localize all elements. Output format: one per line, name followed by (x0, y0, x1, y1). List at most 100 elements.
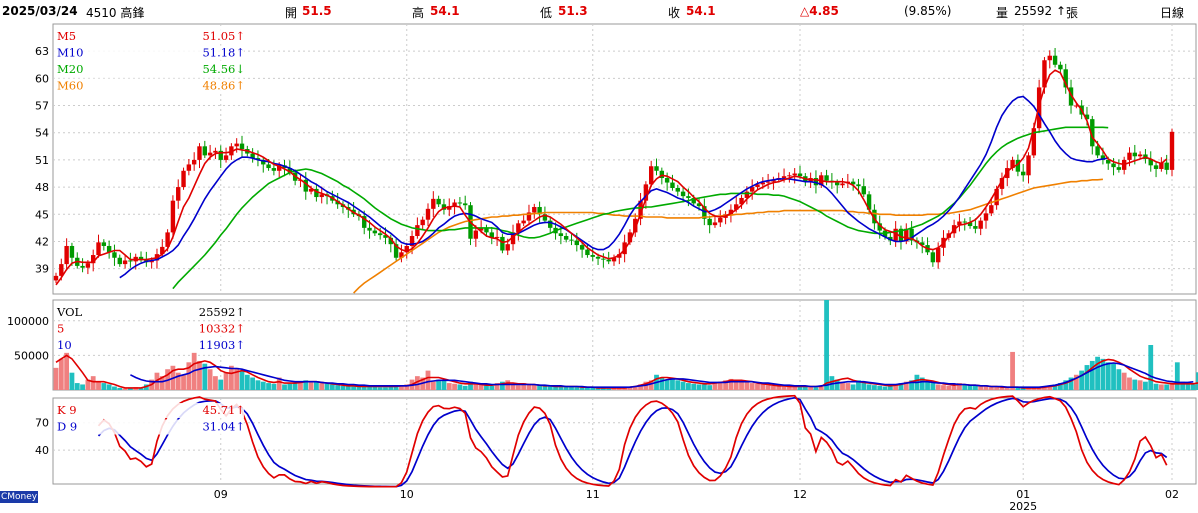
candle-body (372, 230, 378, 234)
volume-bar (760, 384, 766, 390)
candle-body (202, 146, 207, 156)
volume-bar (972, 385, 978, 390)
volume-bar (69, 372, 75, 390)
volume-bar (606, 388, 612, 390)
price-legend-value: 54.56↓ (202, 62, 245, 76)
candle-body (973, 226, 978, 229)
kd-legend-value: 31.04↑ (202, 420, 245, 434)
volume-bar (861, 383, 867, 390)
brand-logo: CMoney (0, 491, 38, 503)
kd-legend-name: D 9 (57, 420, 77, 434)
month-tick-label: 09 (214, 488, 228, 501)
volume-bar (282, 384, 287, 390)
volume-tick-label: 50000 (14, 349, 49, 362)
volume-bar (74, 383, 80, 390)
volume-bar (223, 372, 229, 390)
candle-body (654, 166, 659, 171)
volume-bar (122, 388, 128, 390)
candle-body (473, 230, 479, 239)
stock-chart[interactable]: M5 51.05↑ M10 51.18↑ M20 54.56↓ M60 48.86↑ VOL 25… (0, 0, 1198, 513)
volume-bar (1132, 379, 1138, 390)
candle-body (835, 182, 840, 186)
candle-body (792, 173, 797, 176)
price-legend-name: M10 (57, 46, 83, 60)
month-tick-label: 10 (400, 488, 414, 501)
volume-bar (930, 383, 936, 390)
volume-bar (213, 376, 218, 390)
kd-tick-label: 40 (35, 444, 49, 457)
volume-bar (659, 377, 665, 390)
month-tick-label: 02 (1165, 488, 1179, 501)
candle-body (579, 245, 585, 250)
volume-bar (228, 365, 234, 390)
volume-bar (377, 387, 383, 390)
volume-legend-name: 5 (57, 322, 64, 336)
volume-legend-value: 25592↑ (199, 305, 245, 319)
candle-body (930, 252, 936, 263)
volume-bar (1148, 345, 1154, 390)
volume-bar (574, 387, 580, 390)
candle-body (223, 155, 229, 160)
candle-body (585, 249, 590, 256)
volume-bar (53, 367, 59, 390)
volume-bar (1084, 365, 1090, 390)
volume-bar (101, 383, 107, 390)
candle-body (112, 252, 117, 258)
volume-bar (813, 387, 819, 390)
candle-body (186, 164, 192, 171)
volume-bar (680, 381, 686, 390)
volume-bar (1089, 360, 1095, 390)
candle-body (122, 260, 128, 265)
candle-body (824, 175, 829, 181)
price-tick-label: 57 (35, 100, 49, 113)
volume-bar (96, 381, 101, 390)
volume-bar (250, 377, 256, 390)
volume-bar (446, 383, 452, 390)
candle-body (962, 221, 967, 223)
volume-bar (314, 381, 319, 390)
volume-bar (994, 387, 1000, 390)
volume-bar (244, 374, 250, 390)
candle-body (213, 150, 218, 153)
volume-bar (675, 380, 681, 390)
volume-bar (90, 376, 96, 390)
candle-body (781, 176, 787, 179)
candle-body (935, 247, 941, 263)
candle-body (239, 143, 245, 150)
volume-bar (430, 381, 436, 390)
candle-body (989, 205, 994, 214)
volume-bar (946, 385, 952, 390)
price-tick-label: 51 (35, 154, 49, 167)
volume-bar (781, 386, 787, 390)
candle-body (1052, 55, 1058, 65)
candle-body (1116, 167, 1122, 170)
volume-bar (1010, 351, 1015, 390)
volume-bar (1111, 363, 1116, 390)
candle-body (197, 146, 202, 160)
volume-bar (664, 379, 670, 390)
candle-body (574, 240, 579, 246)
candle-body (80, 265, 85, 268)
candle-body (787, 175, 792, 177)
candle-body (234, 143, 239, 147)
volume-bar (765, 385, 771, 390)
candle-body (521, 220, 526, 224)
candle-body (101, 242, 107, 246)
price-legend-name: M20 (57, 62, 83, 76)
volume-bar (877, 385, 883, 390)
volume-bar (1137, 380, 1143, 390)
volume-bar (1127, 377, 1132, 390)
candle-body (718, 217, 723, 223)
volume-bar (925, 381, 930, 390)
candle-body (1153, 165, 1159, 169)
month-tick-label: 11 (586, 488, 600, 501)
candle-body (500, 236, 505, 251)
volume-bar (749, 383, 755, 390)
candle-body (367, 227, 372, 231)
candle-body (1137, 154, 1143, 157)
candle-body (176, 187, 181, 201)
candle-body (1021, 171, 1026, 176)
volume-bar (983, 386, 989, 390)
volume-bar (266, 383, 271, 390)
candle-body (1127, 152, 1132, 160)
